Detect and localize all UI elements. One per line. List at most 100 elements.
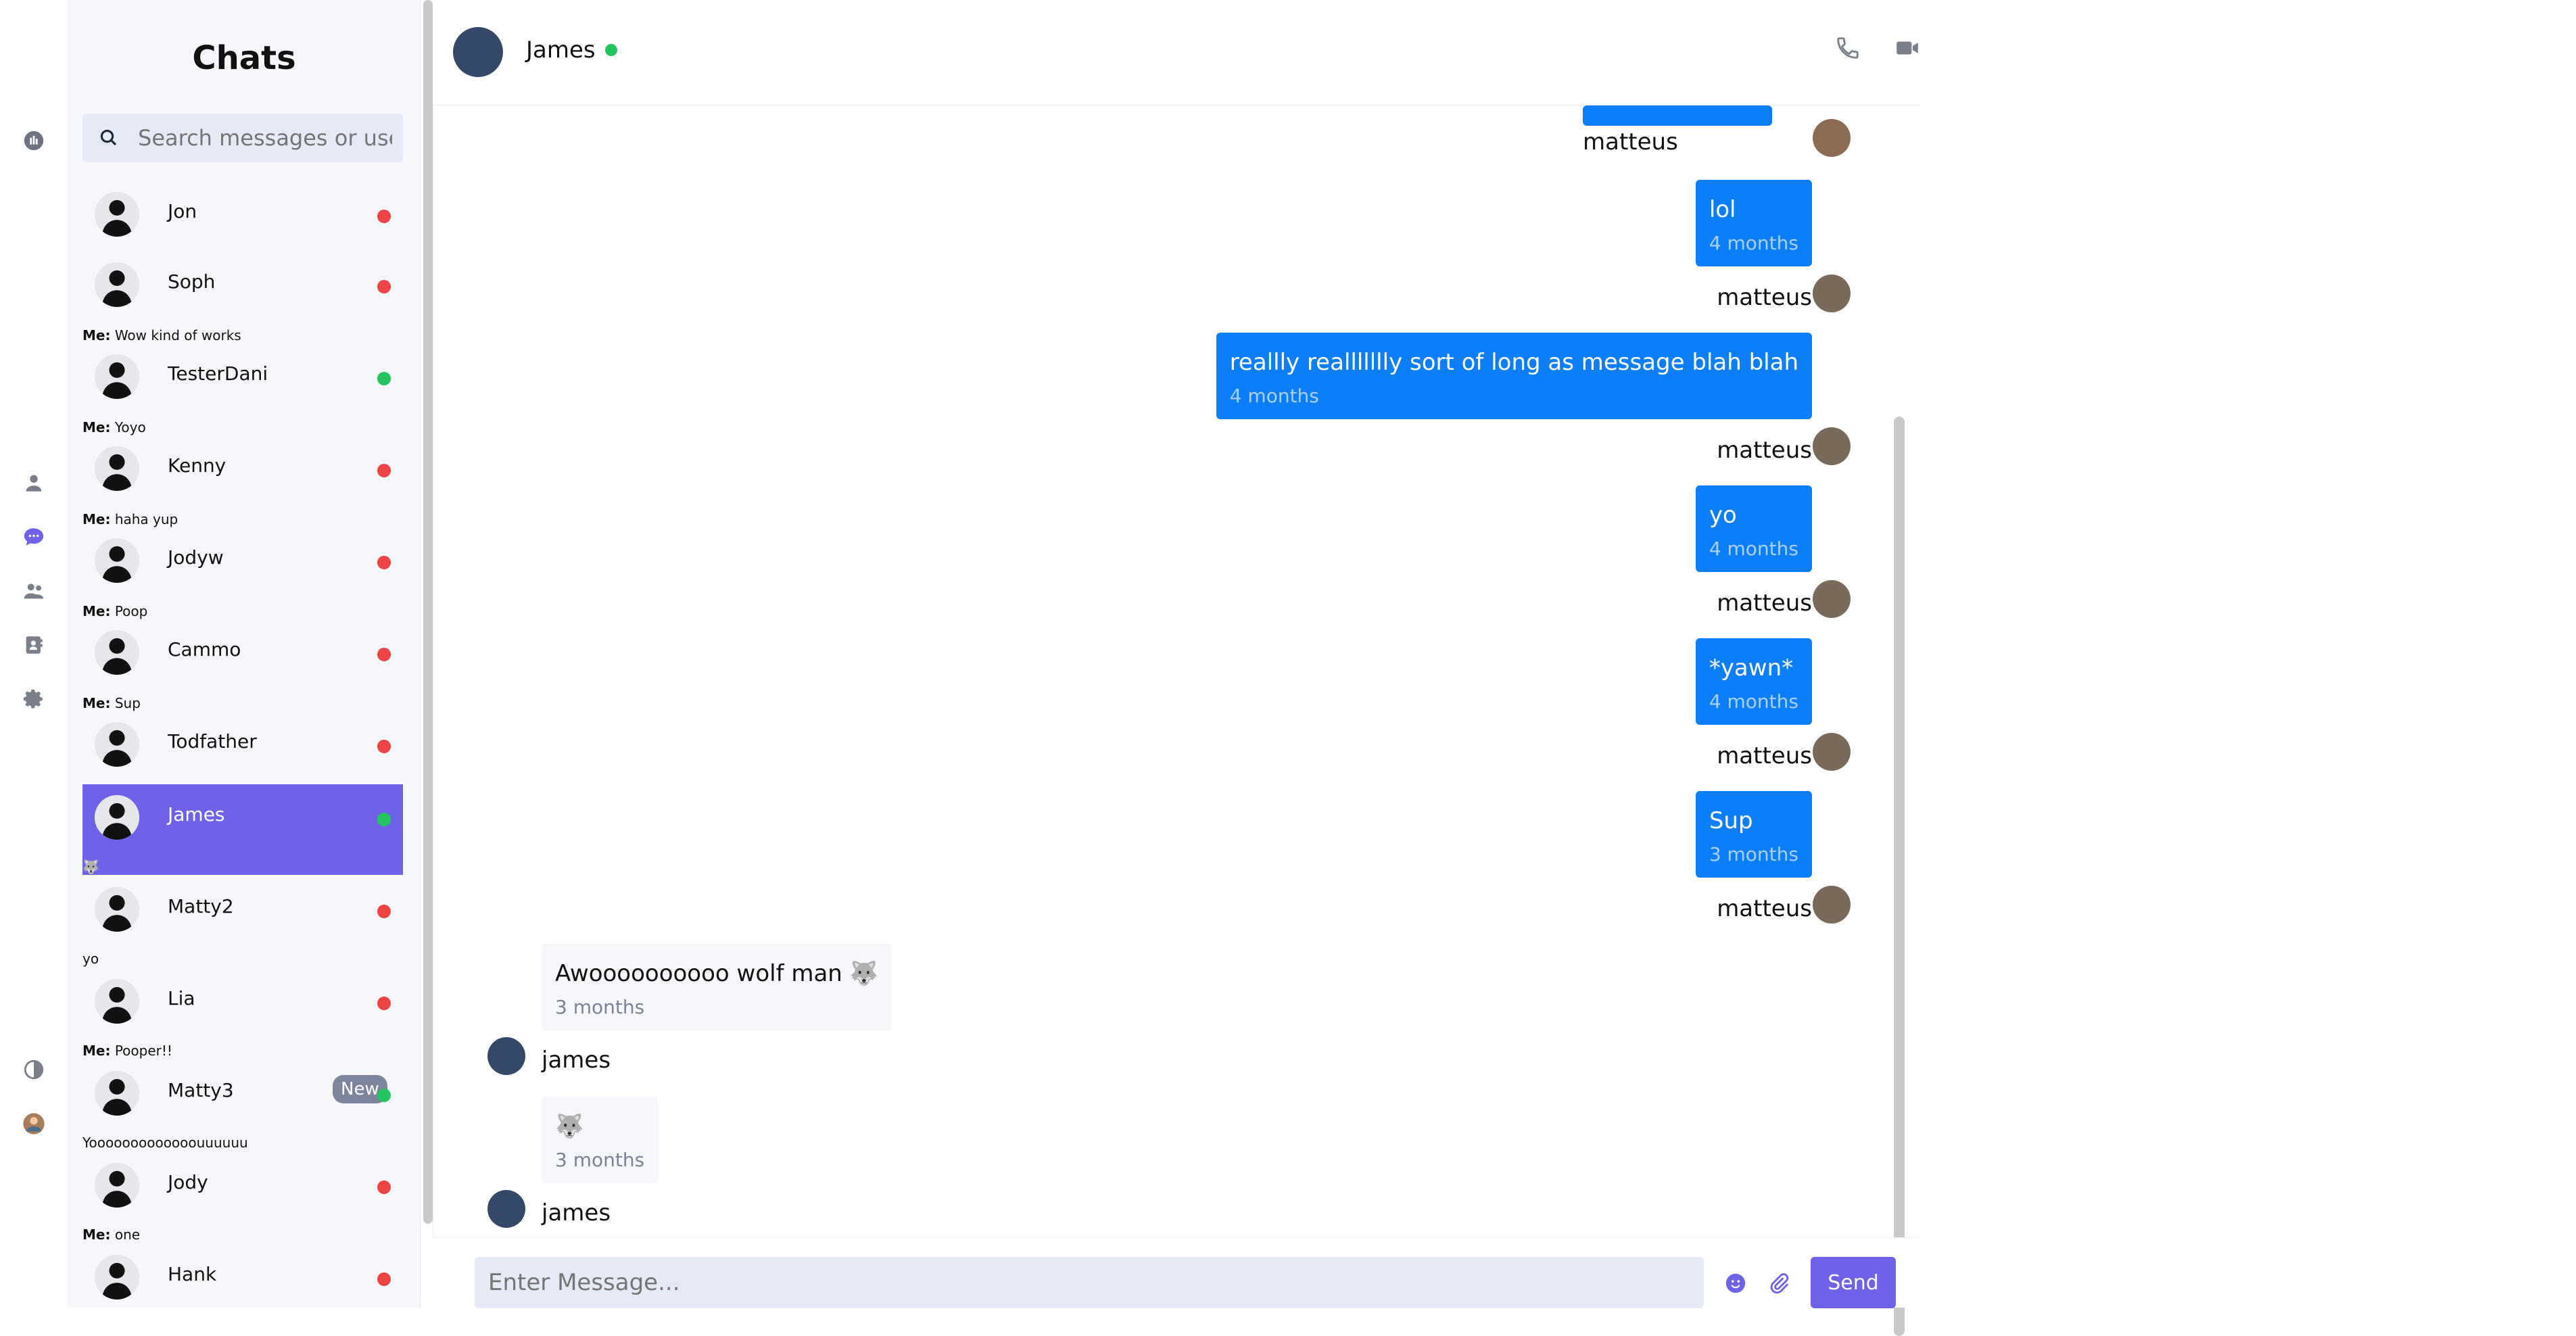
message-time: 4 months	[1709, 538, 1798, 560]
contact-item[interactable]: Jody	[82, 1152, 403, 1223]
contact-item[interactable]: Jon	[82, 181, 403, 252]
contact-preview: Yooooooooooooouuuuuu	[82, 1135, 248, 1151]
message-avatar	[1813, 886, 1851, 924]
contact-item[interactable]: Soph	[82, 252, 403, 323]
status-dot	[377, 740, 391, 753]
message-time: 3 months	[1709, 843, 1798, 865]
contact-item[interactable]: Kenny	[82, 435, 403, 506]
contact-avatar	[95, 887, 139, 932]
status-dot	[377, 556, 391, 569]
contact-preview: Me: Poop	[82, 603, 147, 619]
message-bubble: reallly reallllllly sort of long as mess…	[1216, 333, 1812, 419]
search-input[interactable]	[137, 124, 393, 151]
header-avatar[interactable]	[453, 27, 503, 77]
contact-item[interactable]: James	[82, 784, 403, 875]
contact-item[interactable]: TesterDani	[82, 343, 403, 414]
contact-preview: Me: one	[82, 1226, 140, 1243]
theme-toggle-icon[interactable]	[19, 1055, 49, 1084]
header-name: James	[526, 37, 596, 64]
contact-preview: 🐺	[82, 859, 99, 875]
contact-name: Todfather	[168, 730, 257, 753]
message-bubble: 🐺 3 months	[542, 1097, 659, 1183]
chat-icon[interactable]	[19, 522, 49, 552]
message-avatar	[1813, 275, 1851, 312]
message-text: lol	[1709, 196, 1736, 223]
contact-avatar	[95, 262, 139, 307]
preview-prefix: Me:	[82, 603, 111, 619]
message-bubble: Awoooooooooo wolf man 🐺 3 months	[542, 944, 892, 1030]
attachment-icon[interactable]	[1767, 1272, 1790, 1295]
status-dot	[377, 997, 391, 1010]
message-time: 4 months	[1709, 232, 1798, 254]
contact-preview: yo	[82, 951, 99, 967]
profile-icon[interactable]	[19, 468, 49, 498]
preview-text: Wow kind of works	[114, 327, 241, 343]
nav-rail	[0, 0, 68, 1278]
messages-scrollbar[interactable]	[1894, 416, 1905, 1336]
contact-name: Cammo	[168, 638, 241, 661]
chats-scrollbar[interactable]	[423, 0, 433, 1224]
contact-avatar	[95, 795, 139, 840]
search-icon	[100, 129, 117, 146]
status-dot	[377, 648, 391, 661]
contact-name: Jody	[168, 1171, 208, 1193]
message-sender: matteus	[1583, 128, 1678, 156]
contact-name: Matty2	[168, 895, 234, 917]
message-avatar	[1813, 733, 1851, 771]
contact-name: Hank	[168, 1263, 217, 1285]
contact-item[interactable]: Todfather	[82, 711, 403, 782]
groups-icon[interactable]	[19, 576, 49, 606]
logo-icon[interactable]	[19, 126, 49, 156]
message-bubble: lol 4 months	[1695, 180, 1812, 266]
contact-name: Kenny	[168, 454, 226, 477]
message-avatar	[1813, 427, 1851, 465]
contact-item[interactable]: Matty2	[82, 876, 403, 947]
contact-name: Lia	[168, 987, 195, 1009]
message-bubble: yo 4 months	[1695, 485, 1812, 572]
settings-icon[interactable]	[19, 684, 49, 714]
contact-avatar	[95, 979, 139, 1024]
contact-avatar	[95, 192, 139, 237]
status-dot	[377, 464, 391, 477]
status-dot	[377, 1180, 391, 1194]
message-input[interactable]	[475, 1257, 1704, 1308]
contact-preview: Me: haha yup	[82, 511, 178, 527]
contact-item[interactable]: Matty3 New	[82, 1060, 403, 1131]
chats-panel: Chats Jon Soph Me: Wow kind of works Tester…	[68, 0, 421, 1308]
preview-text: Sup	[114, 695, 141, 711]
preview-text: Yoyo	[114, 419, 146, 435]
message-avatar	[1813, 119, 1851, 157]
header-actions	[1835, 35, 1920, 61]
preview-prefix: Me:	[82, 1043, 111, 1059]
message-list[interactable]: matteus lol 4 months matteus reallly realll…	[433, 105, 1920, 1336]
contact-item[interactable]: Lia	[82, 968, 403, 1039]
message-sender: matteus	[1717, 895, 1812, 922]
message-avatar	[1813, 580, 1851, 618]
status-dot	[377, 280, 391, 293]
emoji-icon[interactable]	[1724, 1272, 1747, 1295]
contact-item[interactable]: Jodyw	[82, 527, 403, 598]
message-time: 4 months	[1709, 690, 1798, 713]
contact-name: Jodyw	[168, 546, 224, 569]
contacts-icon[interactable]	[19, 630, 49, 660]
message-time: 3 months	[555, 1149, 645, 1171]
contact-item[interactable]: Cammo	[82, 619, 403, 690]
preview-text: 🐺	[82, 859, 99, 875]
header-title: James	[526, 37, 617, 64]
video-call-icon[interactable]	[1894, 35, 1920, 61]
contact-name: TesterDani	[168, 362, 268, 385]
user-avatar[interactable]	[19, 1109, 49, 1139]
status-dot	[377, 372, 391, 385]
contact-name: James	[168, 803, 225, 826]
message-time: 4 months	[1229, 385, 1319, 407]
message-sender: matteus	[1717, 590, 1812, 617]
contact-preview: Me: Yoyo	[82, 419, 146, 435]
message-bubble-top	[1583, 105, 1772, 126]
online-status-dot	[604, 44, 617, 56]
send-button[interactable]: Send	[1811, 1257, 1896, 1308]
contact-item[interactable]: Hank	[82, 1244, 403, 1308]
phone-icon[interactable]	[1835, 35, 1861, 61]
search-box[interactable]	[82, 114, 403, 162]
preview-text: Poop	[114, 603, 148, 619]
status-dot	[377, 1272, 391, 1286]
